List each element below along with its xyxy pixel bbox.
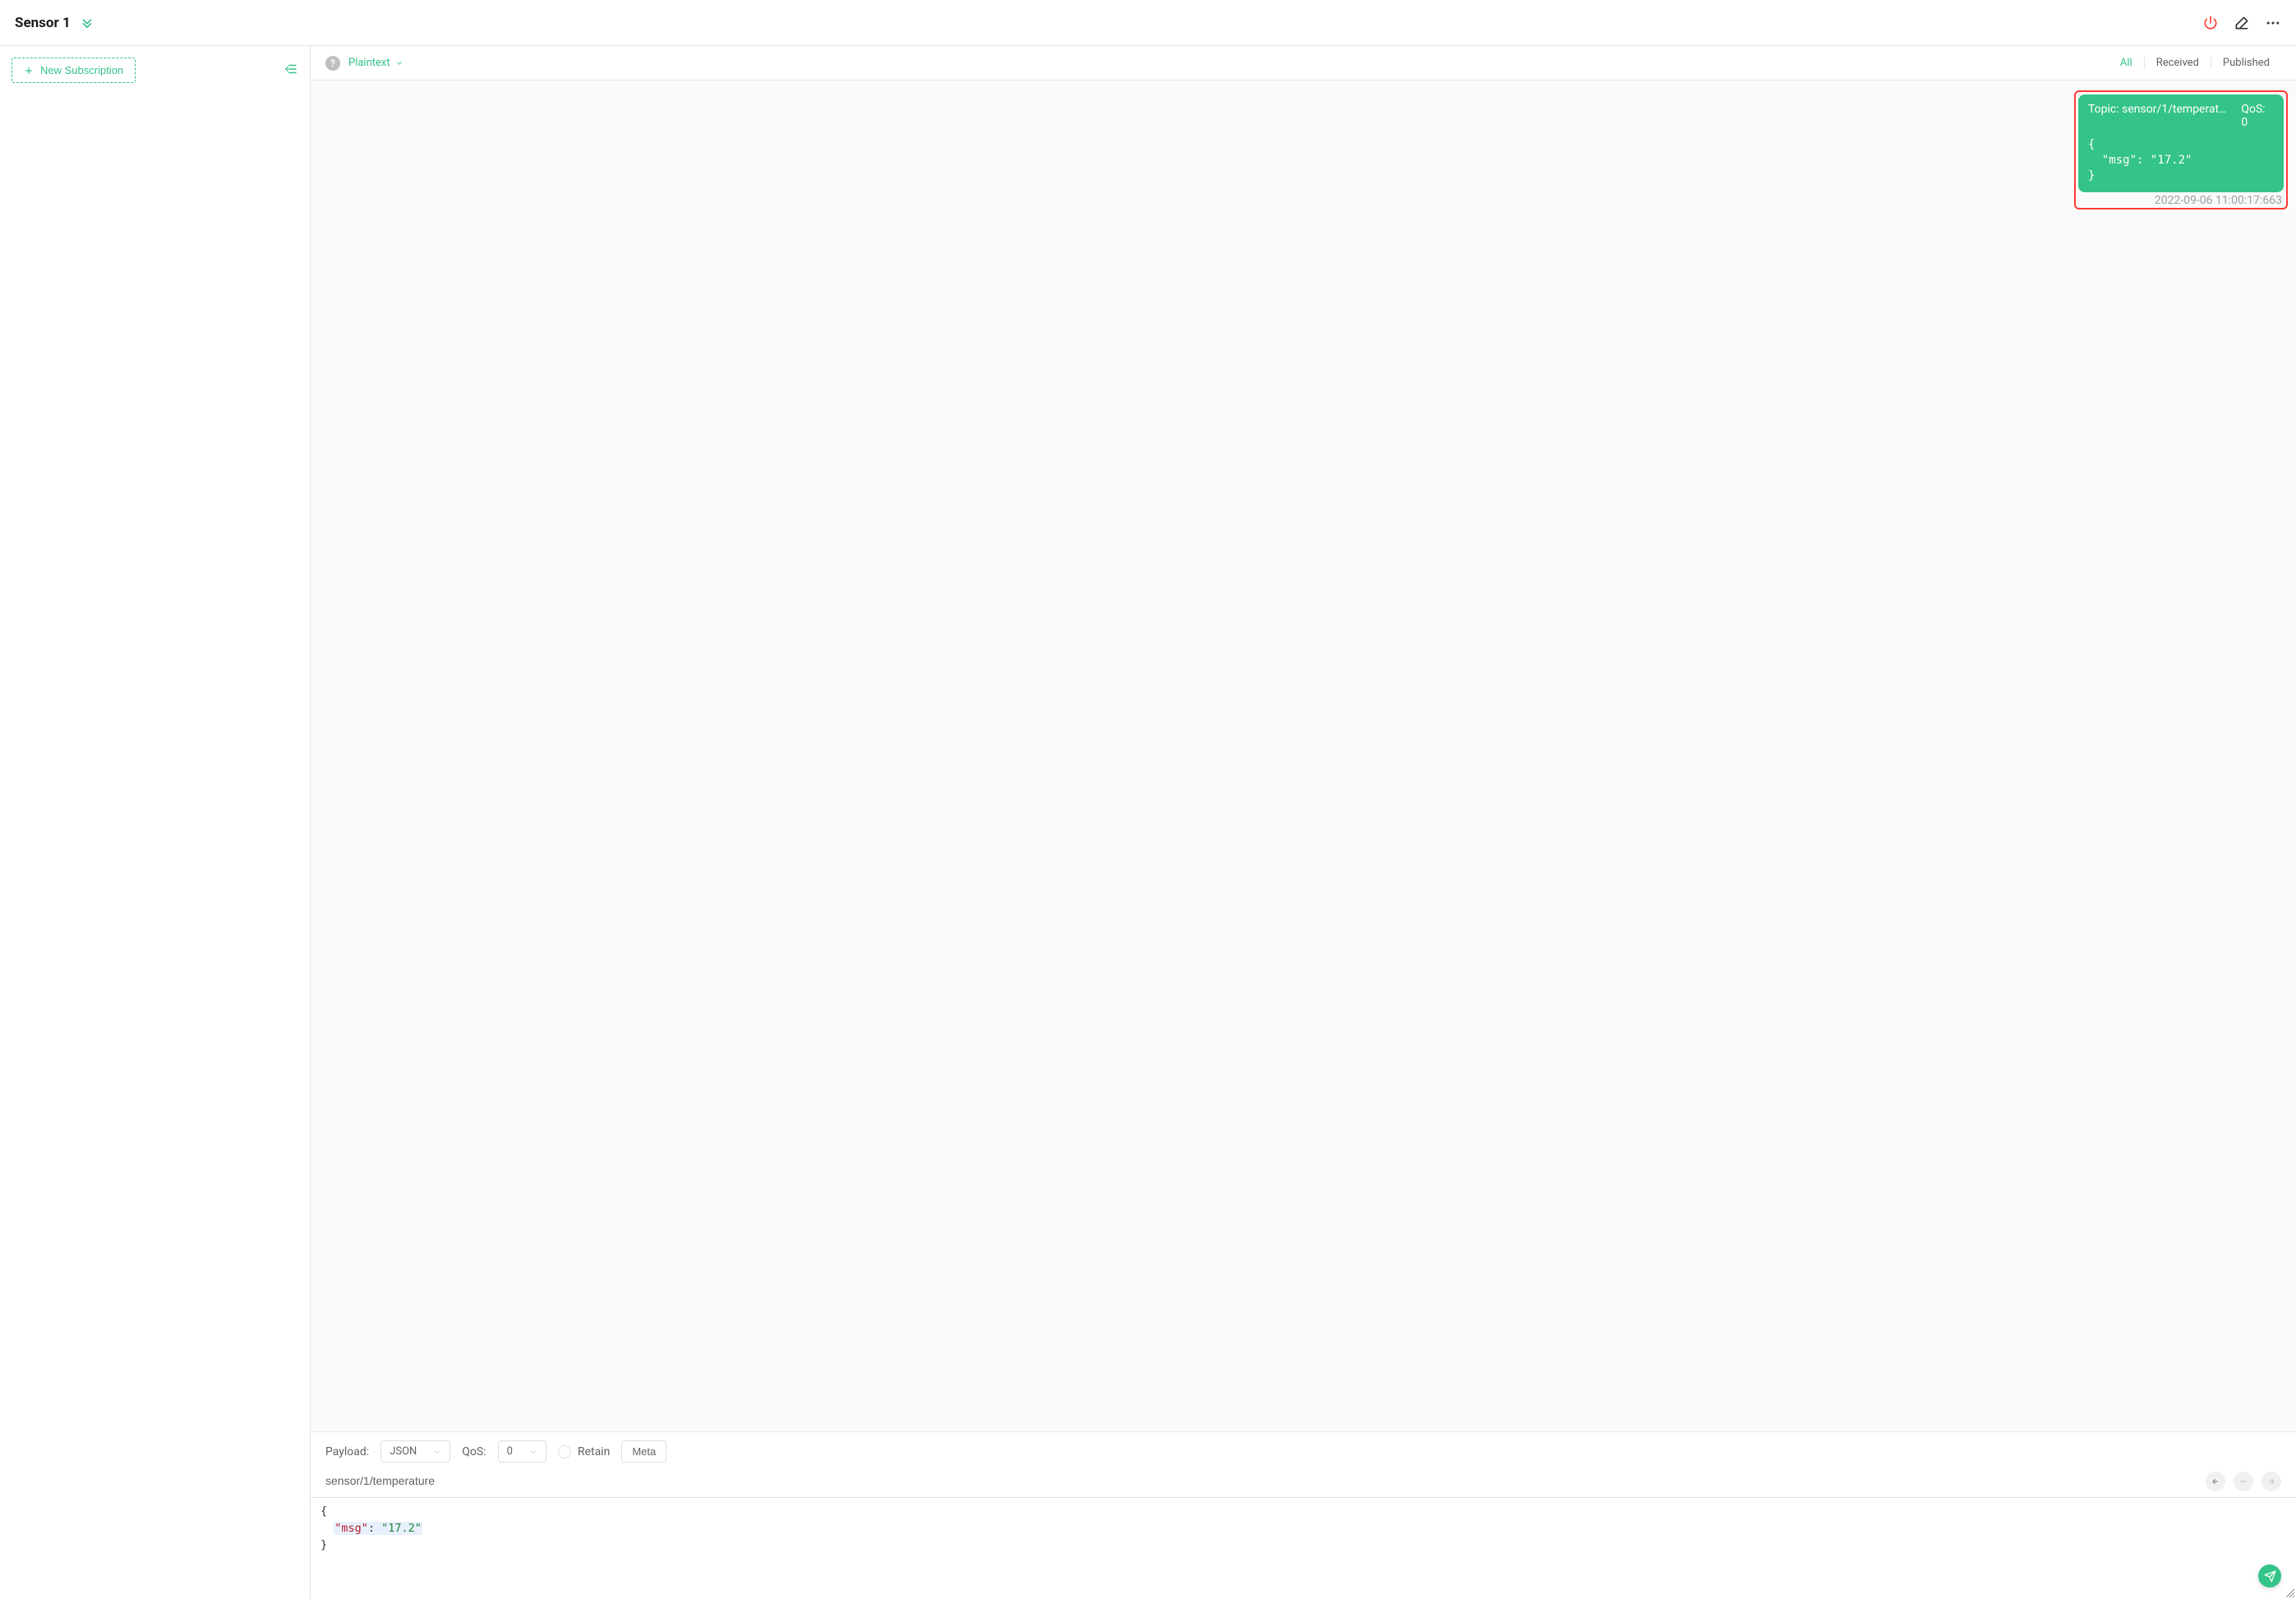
new-subscription-label: New Subscription bbox=[40, 64, 123, 76]
sidebar: New Subscription bbox=[0, 46, 311, 1599]
more-icon[interactable] bbox=[2265, 15, 2281, 31]
tab-published[interactable]: Published bbox=[2211, 57, 2281, 69]
arrow-left-icon bbox=[2211, 1477, 2220, 1486]
message-qos: QoS: 0 bbox=[2241, 103, 2274, 129]
qos-select[interactable]: 0 bbox=[498, 1440, 546, 1463]
payload-format-value: JSON bbox=[390, 1445, 417, 1458]
filter-tabs: All Received Published bbox=[2109, 57, 2281, 69]
publish-topic-row bbox=[311, 1471, 2296, 1497]
format-label: Plaintext bbox=[348, 57, 390, 69]
qos-value: 0 bbox=[507, 1445, 513, 1458]
message-topic: Topic: sensor/1/temperature bbox=[2088, 103, 2231, 129]
minus-icon bbox=[2238, 1477, 2248, 1486]
message-header: Topic: sensor/1/temperature QoS: 0 bbox=[2088, 103, 2274, 129]
new-subscription-button[interactable]: New Subscription bbox=[12, 58, 136, 83]
header-right bbox=[2202, 15, 2281, 31]
collapse-sidebar-icon[interactable] bbox=[284, 62, 298, 80]
resize-handle-icon[interactable] bbox=[2286, 1589, 2294, 1597]
message-body: { "msg": "17.2" } bbox=[2088, 137, 2274, 184]
chevron-down-icon bbox=[433, 1448, 441, 1456]
qos-label: QoS: bbox=[462, 1445, 486, 1458]
edit-icon[interactable] bbox=[2234, 15, 2250, 31]
publish-panel: Payload: JSON QoS: 0 Retain Meta bbox=[311, 1431, 2296, 1599]
help-icon[interactable]: ? bbox=[325, 56, 340, 71]
connection-title: Sensor 1 bbox=[15, 15, 71, 31]
meta-button[interactable]: Meta bbox=[621, 1440, 666, 1463]
filter-left: ? Plaintext bbox=[325, 56, 403, 71]
filter-bar: ? Plaintext All Received Published bbox=[311, 46, 2296, 81]
history-next-button[interactable] bbox=[2261, 1472, 2281, 1491]
arrow-right-icon bbox=[2266, 1477, 2276, 1486]
tab-all[interactable]: All bbox=[2109, 57, 2144, 69]
payload-label: Payload: bbox=[325, 1445, 369, 1458]
plus-icon bbox=[24, 66, 34, 76]
header: Sensor 1 bbox=[0, 0, 2296, 46]
format-dropdown[interactable]: Plaintext bbox=[348, 57, 403, 69]
expand-down-icon[interactable] bbox=[79, 15, 95, 31]
sidebar-top: New Subscription bbox=[0, 46, 310, 94]
publish-options-row: Payload: JSON QoS: 0 Retain Meta bbox=[311, 1432, 2296, 1471]
messages-area[interactable]: Topic: sensor/1/temperature QoS: 0 { "ms… bbox=[311, 81, 2296, 1431]
main: New Subscription ? Plaintext All Receive… bbox=[0, 46, 2296, 1599]
history-mid-button[interactable] bbox=[2234, 1472, 2253, 1491]
send-button[interactable] bbox=[2258, 1564, 2281, 1587]
published-message[interactable]: Topic: sensor/1/temperature QoS: 0 { "ms… bbox=[2078, 94, 2284, 192]
header-left: Sensor 1 bbox=[15, 15, 95, 31]
power-icon[interactable] bbox=[2202, 15, 2219, 31]
message-timestamp: 2022-09-06 11:00:17:663 bbox=[2078, 192, 2284, 207]
chevron-down-icon bbox=[395, 59, 403, 67]
retain-radio-icon bbox=[558, 1445, 571, 1458]
content: ? Plaintext All Received Published Topic… bbox=[311, 46, 2296, 1599]
chevron-down-icon bbox=[529, 1448, 537, 1456]
tab-received[interactable]: Received bbox=[2144, 57, 2211, 69]
send-icon bbox=[2264, 1570, 2276, 1583]
retain-label: Retain bbox=[578, 1445, 610, 1458]
retain-toggle[interactable]: Retain bbox=[558, 1445, 610, 1458]
history-prev-button[interactable] bbox=[2206, 1472, 2225, 1491]
topic-input[interactable] bbox=[325, 1471, 2273, 1491]
message-highlight: Topic: sensor/1/temperature QoS: 0 { "ms… bbox=[2074, 90, 2288, 210]
history-nav bbox=[2206, 1472, 2281, 1491]
payload-format-select[interactable]: JSON bbox=[380, 1440, 450, 1463]
payload-editor[interactable]: { "msg": "17.2" } bbox=[311, 1497, 2296, 1599]
